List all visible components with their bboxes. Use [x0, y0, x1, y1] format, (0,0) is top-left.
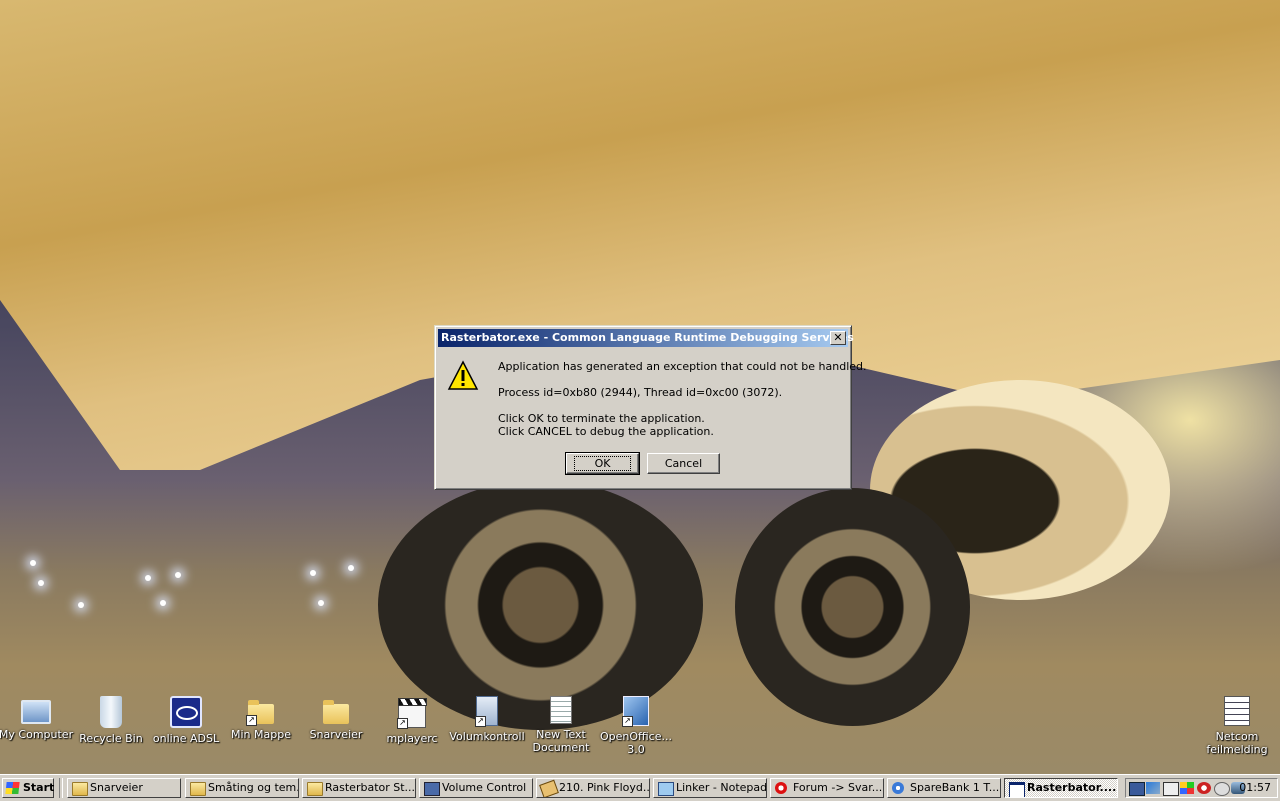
wallpaper-airport-lights	[0, 560, 420, 660]
taskbar-button-label: Forum -> Svar...	[793, 781, 883, 794]
desktop-icon-label: online ADSL	[152, 732, 220, 745]
taskbar-button-snarveier[interactable]: Snarveier	[67, 778, 181, 798]
desktop-icon-label: My Computer	[0, 728, 74, 741]
desktop-icon-mplayerc[interactable]: ↗ mplayerc	[374, 696, 450, 745]
taskbar: Start Snarveier Småting og tem... Raster…	[0, 774, 1280, 801]
computer-icon	[21, 700, 51, 724]
folder-icon	[190, 782, 206, 796]
desktop-icon-label: Netcom feilmelding	[1206, 730, 1268, 756]
app-window-icon	[1009, 782, 1025, 797]
taskbar-button-label: Rasterbator....	[1027, 781, 1117, 794]
adsl-icon	[170, 696, 202, 728]
openoffice-icon: ↗	[622, 696, 649, 727]
volume-icon	[424, 782, 440, 796]
desktop-icon-label: Snarveier	[309, 728, 363, 741]
desktop-icon-snarveier[interactable]: Snarveier	[298, 696, 374, 741]
desktop-icon-netcom-feilmelding[interactable]: Netcom feilmelding	[1199, 696, 1275, 756]
antivirus-icon[interactable]	[1197, 782, 1211, 794]
taskbar-separator	[59, 778, 63, 798]
folder-icon	[323, 700, 349, 724]
folder-icon	[307, 782, 323, 796]
desktop-icon-min-mappe[interactable]: ↗ Min Mappe	[223, 696, 299, 741]
taskbar-button-smating[interactable]: Småting og tem...	[185, 778, 299, 798]
desktop-icon-label: Volumkontroll	[449, 730, 525, 743]
desktop-icon-my-computer[interactable]: My Computer	[0, 696, 74, 741]
opera-icon	[775, 782, 787, 794]
security-icon[interactable]	[1214, 782, 1230, 796]
taskbar-button-label: 210. Pink Floyd...	[559, 781, 650, 794]
taskbar-button-label: Småting og tem...	[208, 781, 299, 794]
document-icon	[1224, 696, 1250, 726]
media-icon	[539, 779, 559, 797]
taskbar-button-forum[interactable]: Forum -> Svar...	[770, 778, 884, 798]
zone-alarm-icon[interactable]	[1163, 782, 1179, 796]
warning-icon	[447, 360, 479, 390]
folder-icon: ↗	[246, 700, 274, 726]
system-tray: 01:57	[1125, 778, 1278, 798]
taskbar-button-notepad[interactable]: Linker - Notepad	[653, 778, 767, 798]
windows-logo-icon	[5, 782, 20, 794]
error-dialog: Rasterbator.exe - Common Language Runtim…	[434, 325, 867, 490]
ie-icon	[892, 782, 904, 794]
taskbar-button-label: SpareBank 1 T...	[910, 781, 1000, 794]
close-icon: ✕	[833, 331, 843, 344]
text-document-icon	[550, 696, 572, 724]
cancel-button[interactable]: Cancel	[647, 453, 720, 474]
ok-button[interactable]: OK	[565, 452, 640, 475]
desktop-icon-label: New Text Document	[532, 728, 590, 754]
dialog-title: Rasterbator.exe - Common Language Runtim…	[441, 331, 854, 344]
shortcut-arrow-icon: ↗	[475, 716, 486, 727]
wallpaper-tire	[735, 488, 970, 726]
shortcut-arrow-icon: ↗	[397, 718, 408, 729]
dialog-message-line: Application has generated an exception t…	[498, 360, 867, 373]
dialog-titlebar[interactable]: Rasterbator.exe - Common Language Runtim…	[438, 329, 854, 347]
pen-tablet-icon[interactable]	[1146, 782, 1160, 794]
windows-flag-icon[interactable]	[1180, 782, 1194, 794]
cancel-button-label: Cancel	[664, 457, 703, 470]
taskbar-button-rasterbator[interactable]: Rasterbator....	[1004, 778, 1118, 798]
taskbar-button-label: Rasterbator St...	[325, 781, 416, 794]
notepad-icon	[658, 782, 674, 796]
shortcut-arrow-icon: ↗	[246, 715, 257, 726]
shortcut-arrow-icon: ↗	[622, 716, 633, 727]
desktop-icon-volumkontroll[interactable]: ↗ Volumkontroll	[449, 696, 525, 743]
wallpaper-tire	[378, 480, 703, 730]
taskbar-button-media-player[interactable]: 210. Pink Floyd...	[536, 778, 650, 798]
recycle-bin-icon	[100, 696, 122, 728]
taskbar-button-label: Volume Control	[442, 781, 527, 794]
desktop-icon-online-adsl[interactable]: online ADSL	[148, 696, 224, 745]
desktop-icon-label: Recycle Bin	[79, 732, 143, 745]
start-label: Start	[23, 781, 55, 794]
dialog-message-line: Process id=0xb80 (2944), Thread id=0xc00…	[498, 386, 783, 399]
ok-button-label: OK	[573, 456, 632, 471]
desktop-icon-recycle-bin[interactable]: Recycle Bin	[73, 696, 149, 745]
taskbar-button-label: Linker - Notepad	[676, 781, 767, 794]
desktop-icon-new-text-document[interactable]: New Text Document	[523, 696, 599, 754]
desktop-icon-label: mplayerc	[386, 732, 438, 745]
close-button[interactable]: ✕	[830, 331, 846, 345]
taskbar-button-label: Snarveier	[90, 781, 143, 794]
desktop-icon-openoffice[interactable]: ↗ OpenOffice... 3.0	[598, 696, 674, 756]
dialog-message-line: Click OK to terminate the application.	[498, 412, 705, 425]
desktop-icon-label: Min Mappe	[231, 728, 291, 741]
network-icon[interactable]	[1129, 782, 1145, 796]
taskbar-button-volume-control[interactable]: Volume Control	[419, 778, 533, 798]
folder-icon	[72, 782, 88, 796]
media-player-icon: ↗	[397, 698, 427, 729]
volume-control-icon: ↗	[475, 696, 498, 727]
taskbar-button-rasterbator-folder[interactable]: Rasterbator St...	[302, 778, 416, 798]
start-button[interactable]: Start	[2, 778, 54, 798]
desktop-icon-label: OpenOffice... 3.0	[600, 730, 672, 756]
dialog-message-line: Click CANCEL to debug the application.	[498, 425, 714, 438]
taskbar-button-sparebank[interactable]: SpareBank 1 T...	[887, 778, 1001, 798]
clock[interactable]: 01:57	[1239, 779, 1271, 797]
